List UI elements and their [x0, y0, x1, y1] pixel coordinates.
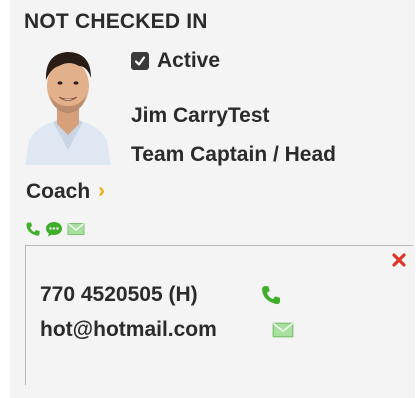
active-checkbox[interactable]: [131, 52, 149, 70]
member-role-line1: Team Captain / Head: [131, 143, 336, 166]
contact-actions: [25, 221, 85, 237]
member-role-link[interactable]: Coach ›: [26, 180, 105, 204]
phone-icon[interactable]: [25, 221, 41, 237]
phone-number: 770 4520505 (H): [40, 283, 198, 306]
avatar: [23, 40, 113, 165]
checkmark-icon: [134, 56, 146, 66]
contact-details-panel: 770 4520505 (H) hot@hotmail.com: [25, 245, 413, 385]
phone-icon[interactable]: [260, 284, 282, 306]
chat-icon[interactable]: [45, 221, 63, 237]
close-icon[interactable]: [391, 252, 407, 268]
email-address: hot@hotmail.com: [40, 318, 217, 341]
phone-row: 770 4520505 (H): [40, 283, 282, 307]
active-label: Active: [157, 49, 221, 72]
active-toggle[interactable]: Active: [131, 49, 220, 73]
mail-icon[interactable]: [272, 321, 294, 339]
mail-icon[interactable]: [67, 222, 85, 236]
member-role-line2: Coach: [26, 180, 91, 203]
email-row: hot@hotmail.com: [40, 318, 294, 342]
member-name: Jim CarryTest: [131, 104, 270, 127]
chevron-right-icon: ›: [98, 179, 105, 202]
check-in-status: NOT CHECKED IN: [24, 10, 208, 33]
